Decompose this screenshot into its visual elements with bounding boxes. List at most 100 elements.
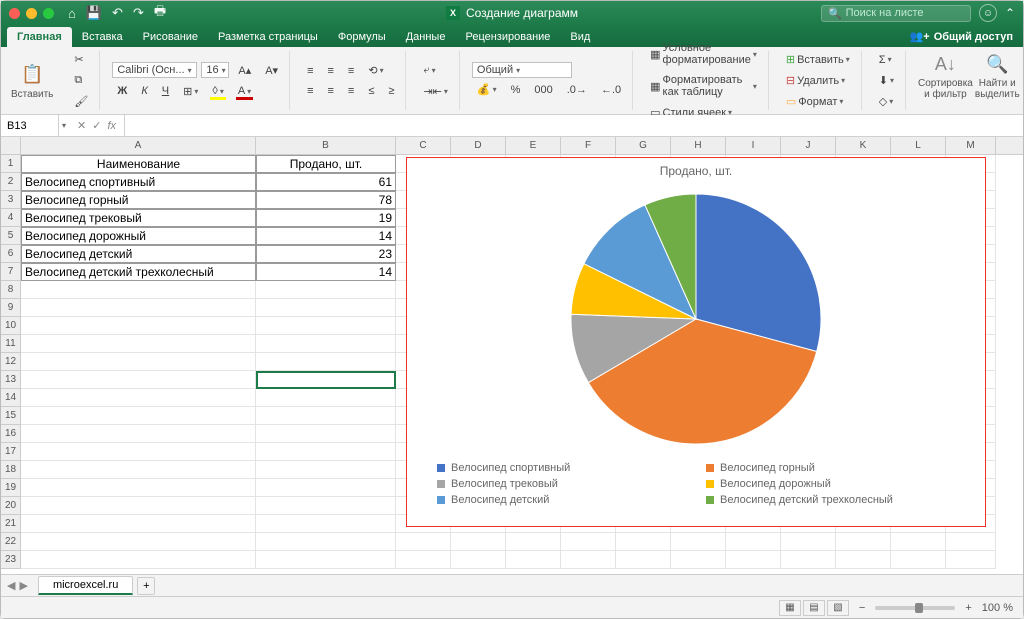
fill-color-button[interactable]: ◊▾ — [207, 82, 228, 100]
align-left-button[interactable]: ≡ — [302, 82, 318, 100]
cell[interactable] — [256, 353, 396, 371]
font-color-button[interactable]: A▾ — [233, 82, 256, 100]
align-right-button[interactable]: ≡ — [343, 82, 359, 100]
row-header-10[interactable]: 10 — [1, 317, 20, 335]
cell[interactable] — [256, 533, 396, 551]
tab-view[interactable]: Вид — [560, 27, 600, 47]
increase-decimal-button[interactable]: .0→ — [562, 81, 592, 99]
col-header-J[interactable]: J — [781, 137, 836, 154]
cell[interactable] — [256, 335, 396, 353]
prev-sheet-button[interactable]: ◀ — [7, 579, 15, 592]
cell[interactable] — [946, 533, 996, 551]
increase-font-button[interactable]: A▴ — [233, 61, 256, 80]
cell[interactable] — [396, 533, 451, 551]
table-cell[interactable]: 14 — [256, 227, 396, 245]
cell[interactable] — [21, 353, 256, 371]
col-header-I[interactable]: I — [726, 137, 781, 154]
row-header-19[interactable]: 19 — [1, 479, 20, 497]
cell[interactable] — [256, 461, 396, 479]
cell[interactable] — [781, 533, 836, 551]
row-header-15[interactable]: 15 — [1, 407, 20, 425]
row-header-20[interactable]: 20 — [1, 497, 20, 515]
row-header-3[interactable]: 3 — [1, 191, 20, 209]
decrease-font-button[interactable]: A▾ — [260, 61, 283, 80]
row-header-2[interactable]: 2 — [1, 173, 20, 191]
row-header-5[interactable]: 5 — [1, 227, 20, 245]
view-layout-button[interactable]: ▤ — [803, 600, 825, 616]
col-header-E[interactable]: E — [506, 137, 561, 154]
find-button[interactable]: 🔍 — [981, 51, 1013, 78]
tab-insert[interactable]: Вставка — [72, 27, 133, 47]
italic-button[interactable]: К — [136, 82, 152, 100]
redo-icon[interactable]: ↷ — [133, 5, 144, 21]
align-middle-button[interactable]: ≡ — [323, 62, 339, 80]
print-icon[interactable]: 🖶 — [154, 2, 166, 24]
row-header-7[interactable]: 7 — [1, 263, 20, 281]
cell[interactable] — [396, 551, 451, 569]
row-header-9[interactable]: 9 — [1, 299, 20, 317]
cell[interactable] — [21, 533, 256, 551]
orientation-button[interactable]: ⟲▾ — [363, 61, 388, 80]
row-header-8[interactable]: 8 — [1, 281, 20, 299]
cell[interactable] — [561, 533, 616, 551]
col-header-M[interactable]: M — [946, 137, 996, 154]
insert-cells-button[interactable]: ⊞Вставить▾ — [781, 50, 855, 69]
row-header-1[interactable]: 1 — [1, 155, 20, 173]
comma-button[interactable]: 000 — [529, 81, 557, 99]
cut-button[interactable]: ✂ — [69, 50, 93, 69]
maximize-button[interactable] — [43, 8, 54, 19]
cell[interactable] — [671, 533, 726, 551]
percent-button[interactable]: % — [506, 81, 526, 99]
cell[interactable] — [506, 533, 561, 551]
fx-icon[interactable]: fx — [107, 120, 116, 132]
row-header-6[interactable]: 6 — [1, 245, 20, 263]
delete-cells-button[interactable]: ⊟Удалить▾ — [781, 71, 855, 90]
border-button[interactable]: ⊞▾ — [178, 82, 203, 101]
cell[interactable] — [616, 533, 671, 551]
font-name-select[interactable]: Calibri (Осн...▾ — [112, 62, 197, 78]
col-header-L[interactable]: L — [891, 137, 946, 154]
cell[interactable] — [21, 425, 256, 443]
cell[interactable] — [21, 317, 256, 335]
next-sheet-button[interactable]: ▶ — [19, 579, 27, 592]
tab-draw[interactable]: Рисование — [133, 27, 208, 47]
cell[interactable] — [21, 497, 256, 515]
col-header-D[interactable]: D — [451, 137, 506, 154]
table-cell[interactable]: Велосипед трековый — [21, 209, 256, 227]
cell[interactable] — [21, 407, 256, 425]
sheet-tab-active[interactable]: microexcel.ru — [38, 576, 133, 595]
row-header-16[interactable]: 16 — [1, 425, 20, 443]
col-header-K[interactable]: K — [836, 137, 891, 154]
cell[interactable] — [836, 551, 891, 569]
cancel-formula-icon[interactable]: ✕ — [77, 119, 86, 132]
title-search[interactable]: 🔍 Поиск на листе — [821, 5, 971, 22]
zoom-slider[interactable] — [875, 606, 955, 610]
cell[interactable] — [836, 533, 891, 551]
cell[interactable] — [256, 497, 396, 515]
font-size-select[interactable]: 16▾ — [201, 62, 229, 78]
clear-button[interactable]: ◇▾ — [874, 92, 899, 111]
home-icon[interactable]: ⌂ — [68, 6, 76, 21]
cell[interactable] — [726, 551, 781, 569]
tab-formulas[interactable]: Формулы — [328, 27, 396, 47]
close-button[interactable] — [9, 8, 20, 19]
cell[interactable] — [21, 281, 256, 299]
tab-data[interactable]: Данные — [396, 27, 456, 47]
col-header-G[interactable]: G — [616, 137, 671, 154]
cell[interactable] — [21, 299, 256, 317]
zoom-in-button[interactable]: + — [965, 602, 971, 614]
cell[interactable] — [256, 443, 396, 461]
format-cells-button[interactable]: ▭Формат▾ — [781, 92, 855, 111]
format-painter-button[interactable]: 🖌 — [69, 92, 93, 111]
cell[interactable] — [21, 389, 256, 407]
cell[interactable] — [616, 551, 671, 569]
col-header-F[interactable]: F — [561, 137, 616, 154]
tab-layout[interactable]: Разметка страницы — [208, 27, 328, 47]
cell[interactable] — [21, 551, 256, 569]
row-header-11[interactable]: 11 — [1, 335, 20, 353]
cell[interactable] — [946, 551, 996, 569]
wrap-text-button[interactable]: ⤶▾ — [418, 61, 452, 80]
grid[interactable]: НаименованиеПродано, шт.Велосипед спорти… — [21, 155, 1023, 574]
cell[interactable] — [256, 281, 396, 299]
view-break-button[interactable]: ▧ — [827, 600, 849, 616]
